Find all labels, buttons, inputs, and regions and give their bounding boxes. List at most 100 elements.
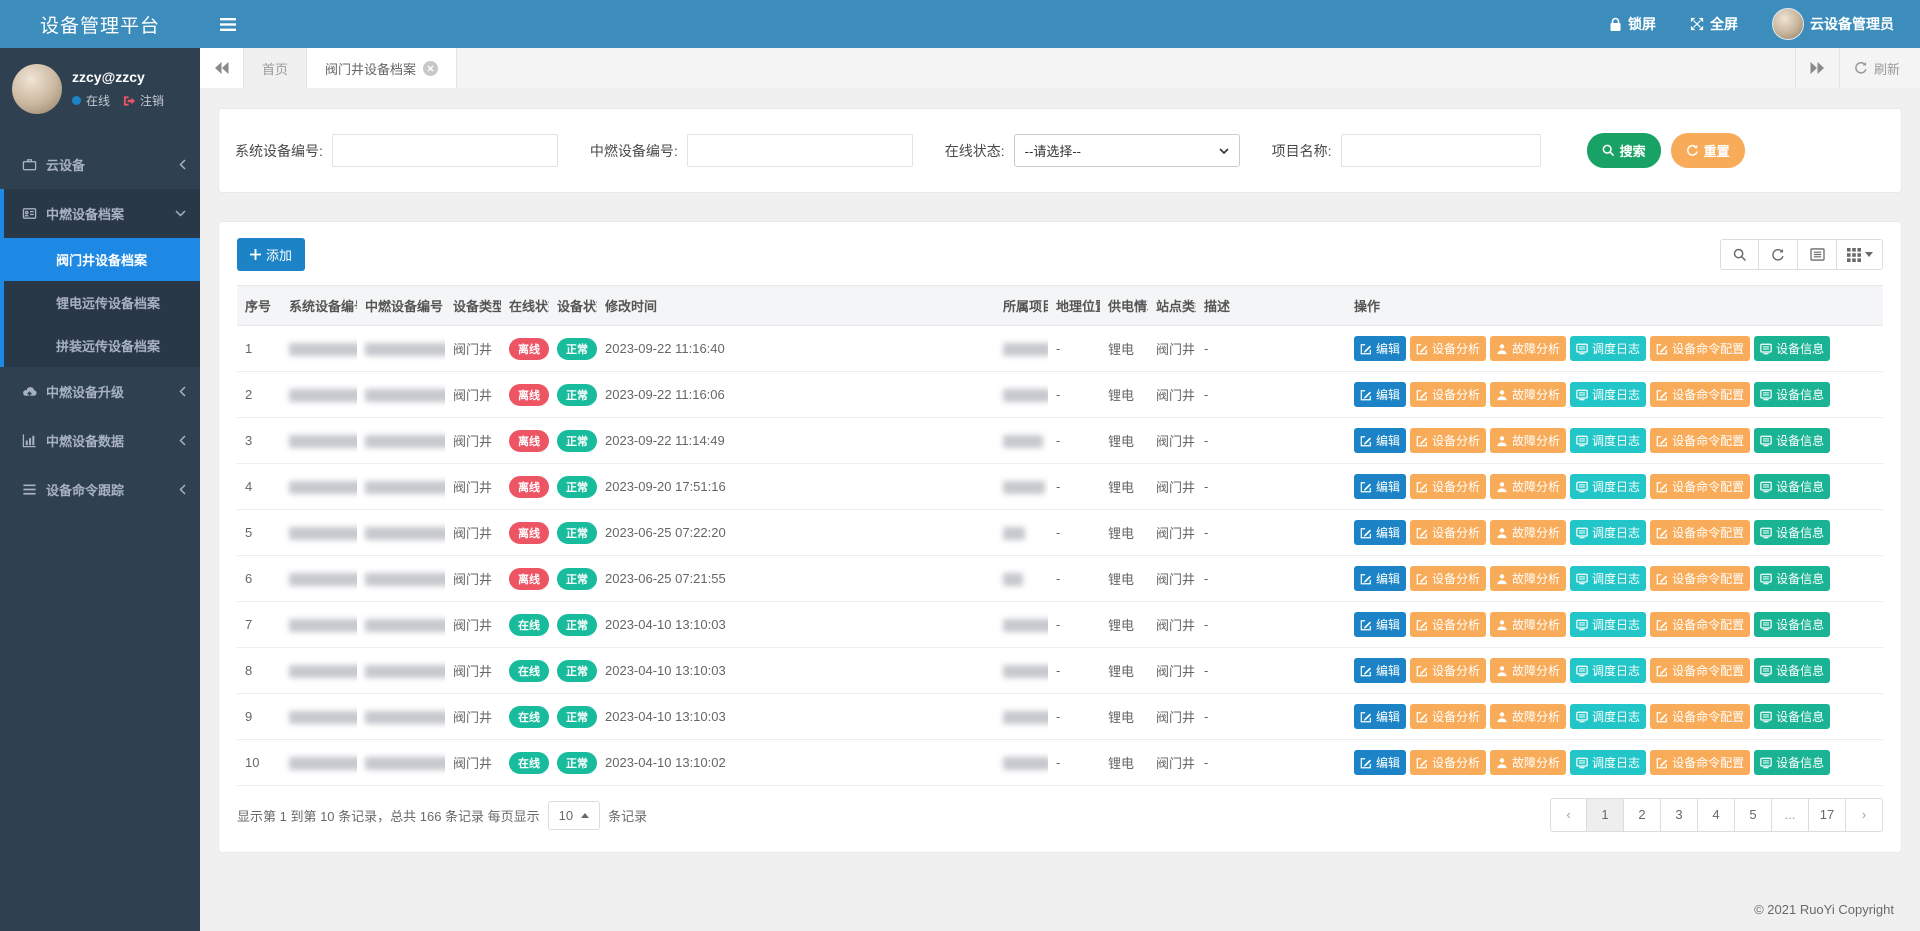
profile-avatar[interactable] [12,64,62,114]
row-action-edit[interactable]: 设备分析 [1410,428,1486,453]
sidebar-item-cloud-device[interactable]: 云设备 [0,140,200,189]
row-action-edit[interactable]: 设备命令配置 [1650,382,1750,407]
row-action-user[interactable]: 故障分析 [1490,382,1566,407]
row-action-log[interactable]: 设备信息 [1754,382,1830,407]
row-action-edit[interactable]: 设备分析 [1410,612,1486,637]
sidebar-toggle-button[interactable] [200,0,256,48]
row-action-log[interactable]: 设备信息 [1754,520,1830,545]
row-action-edit[interactable]: 编辑 [1354,474,1406,499]
row-action-edit[interactable]: 设备分析 [1410,474,1486,499]
row-action-log[interactable]: 设备信息 [1754,750,1830,775]
tab-home[interactable]: 首页 [244,48,307,88]
row-action-log[interactable]: 调度日志 [1570,382,1646,407]
row-action-user[interactable]: 故障分析 [1490,704,1566,729]
row-action-user[interactable]: 故障分析 [1490,474,1566,499]
row-action-edit[interactable]: 设备命令配置 [1650,336,1750,361]
row-action-edit[interactable]: 编辑 [1354,612,1406,637]
row-action-edit[interactable]: 设备命令配置 [1650,566,1750,591]
logout-link[interactable]: 注销 [123,92,164,109]
row-action-edit[interactable]: 编辑 [1354,566,1406,591]
row-action-edit[interactable]: 设备命令配置 [1650,750,1750,775]
row-action-log[interactable]: 调度日志 [1570,336,1646,361]
row-action-edit[interactable]: 编辑 [1354,658,1406,683]
page-17[interactable]: 17 [1809,798,1846,832]
row-action-edit[interactable]: 设备命令配置 [1650,612,1750,637]
row-action-edit[interactable]: 设备分析 [1410,336,1486,361]
project-name-input[interactable] [1341,134,1541,167]
toggle-search-button[interactable] [1720,239,1759,270]
refresh-table-button[interactable] [1759,239,1798,270]
add-button[interactable]: 添加 [237,238,305,271]
page-size-select[interactable]: 10 [548,801,600,830]
row-action-edit[interactable]: 设备分析 [1410,382,1486,407]
row-action-log[interactable]: 调度日志 [1570,658,1646,683]
row-action-edit[interactable]: 编辑 [1354,428,1406,453]
tabs-scroll-left-button[interactable] [200,48,244,88]
row-action-log[interactable]: 调度日志 [1570,704,1646,729]
sidebar-item-lithium-archive[interactable]: 锂电远传设备档案 [4,281,200,324]
row-action-edit[interactable]: 设备命令配置 [1650,520,1750,545]
row-action-user[interactable]: 故障分析 [1490,658,1566,683]
row-action-log[interactable]: 调度日志 [1570,750,1646,775]
row-action-user[interactable]: 故障分析 [1490,612,1566,637]
row-action-edit[interactable]: 设备分析 [1410,750,1486,775]
row-action-log[interactable]: 调度日志 [1570,474,1646,499]
row-action-edit[interactable]: 编辑 [1354,750,1406,775]
page-3[interactable]: 3 [1661,798,1698,832]
row-action-edit[interactable]: 设备分析 [1410,658,1486,683]
row-action-log[interactable]: 调度日志 [1570,520,1646,545]
row-action-edit[interactable]: 编辑 [1354,336,1406,361]
row-action-edit[interactable]: 编辑 [1354,520,1406,545]
row-action-log[interactable]: 设备信息 [1754,658,1830,683]
columns-button[interactable] [1837,239,1883,270]
row-action-user[interactable]: 故障分析 [1490,428,1566,453]
row-action-log[interactable]: 设备信息 [1754,704,1830,729]
row-action-edit[interactable]: 编辑 [1354,382,1406,407]
row-action-log[interactable]: 设备信息 [1754,336,1830,361]
sidebar-item-valve-well-archive[interactable]: 阀门井设备档案 [4,238,200,281]
fullscreen-button[interactable]: 全屏 [1690,14,1738,34]
page-5[interactable]: 5 [1735,798,1772,832]
tab-refresh-button[interactable]: 刷新 [1839,48,1920,88]
sidebar-item-assembled-archive[interactable]: 拼装远传设备档案 [4,324,200,367]
page-1[interactable]: 1 [1587,798,1624,832]
row-action-user[interactable]: 故障分析 [1490,750,1566,775]
row-action-edit[interactable]: 编辑 [1354,704,1406,729]
page-prev[interactable]: ‹ [1550,798,1587,832]
row-action-log[interactable]: 调度日志 [1570,428,1646,453]
tab-close-icon[interactable] [423,61,438,76]
row-action-edit[interactable]: 设备命令配置 [1650,704,1750,729]
system-device-no-input[interactable] [332,134,558,167]
page-next[interactable]: › [1846,798,1883,832]
row-action-log[interactable]: 设备信息 [1754,474,1830,499]
row-action-edit[interactable]: 设备命令配置 [1650,658,1750,683]
row-action-log[interactable]: 设备信息 [1754,428,1830,453]
sidebar-item-command-track[interactable]: 设备命令跟踪 [0,465,200,514]
reset-button[interactable]: 重置 [1671,133,1745,168]
online-status-select[interactable]: --请选择-- [1014,134,1240,167]
row-action-log[interactable]: 调度日志 [1570,612,1646,637]
tab-valve-well-archive[interactable]: 阀门井设备档案 [307,48,457,88]
row-action-log[interactable]: 设备信息 [1754,612,1830,637]
row-action-edit[interactable]: 设备命令配置 [1650,428,1750,453]
sidebar-item-data[interactable]: 中燃设备数据 [0,416,200,465]
user-menu[interactable]: 云设备管理员 [1772,8,1894,40]
row-action-edit[interactable]: 设备命令配置 [1650,474,1750,499]
search-button[interactable]: 搜索 [1587,133,1661,168]
row-action-user[interactable]: 故障分析 [1490,336,1566,361]
tabs-scroll-right-button[interactable] [1795,48,1839,88]
sidebar-item-zr-archive[interactable]: 中燃设备档案 [4,189,200,238]
row-action-user[interactable]: 故障分析 [1490,566,1566,591]
zr-device-no-input[interactable] [687,134,913,167]
row-action-log[interactable]: 设备信息 [1754,566,1830,591]
row-action-edit[interactable]: 设备分析 [1410,520,1486,545]
row-action-user[interactable]: 故障分析 [1490,520,1566,545]
page-2[interactable]: 2 [1624,798,1661,832]
row-action-edit[interactable]: 设备分析 [1410,566,1486,591]
row-action-log[interactable]: 调度日志 [1570,566,1646,591]
lock-screen-button[interactable]: 锁屏 [1609,14,1656,34]
detail-view-button[interactable] [1798,239,1837,270]
page-4[interactable]: 4 [1698,798,1735,832]
row-action-edit[interactable]: 设备分析 [1410,704,1486,729]
sidebar-item-upgrade[interactable]: 中燃设备升级 [0,367,200,416]
